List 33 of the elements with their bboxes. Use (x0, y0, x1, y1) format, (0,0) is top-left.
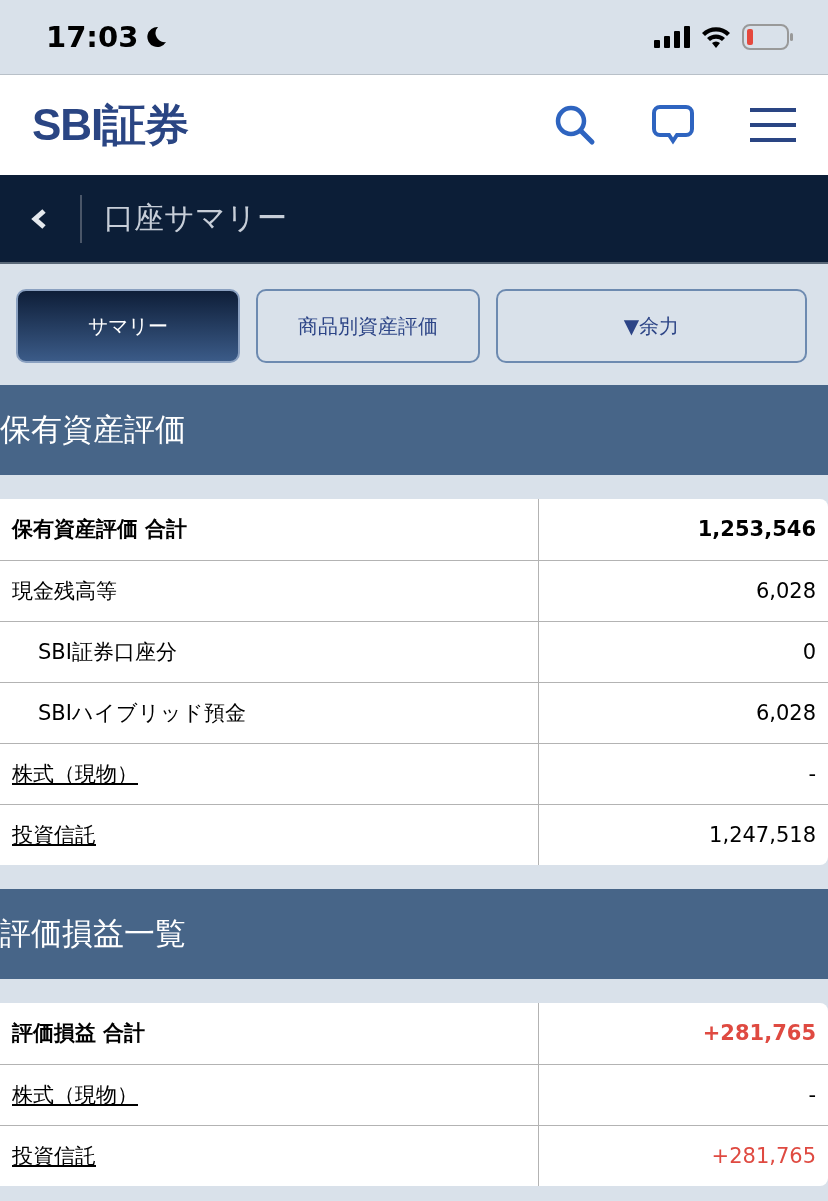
row-label: 保有資産評価 合計 (12, 517, 188, 542)
amount-value: +281,765 (711, 1143, 816, 1168)
menu-icon[interactable] (750, 108, 796, 142)
amount-value: 1,247,518 (709, 822, 816, 847)
tab[interactable]: サマリー (16, 289, 240, 363)
row-link[interactable]: 株式（現物） (12, 761, 138, 786)
tab[interactable]: 商品別資産評価 (256, 289, 480, 363)
amount-value: - (808, 761, 816, 786)
brand-logo[interactable]: SBI証券 (32, 95, 189, 155)
section-title: 保有資産評価 (0, 410, 186, 449)
row-label: SBIハイブリッド預金 (38, 700, 246, 725)
chat-bubble-icon[interactable] (652, 104, 694, 146)
amount-value: +281,765 (702, 1021, 816, 1046)
row-link[interactable]: 投資信託 (12, 1143, 96, 1168)
amount-value: - (808, 1082, 816, 1107)
page-title: 口座サマリー (104, 199, 287, 237)
signal-icon (654, 26, 690, 48)
search-icon[interactable] (554, 104, 596, 146)
tab[interactable]: ▼余力 (496, 289, 807, 363)
wifi-icon (700, 25, 732, 49)
amount-value: 6,028 (755, 700, 816, 725)
row-link[interactable]: 投資信託 (12, 822, 96, 847)
section-title: 評価損益一覧 (0, 914, 186, 953)
row-link[interactable]: 株式（現物） (12, 1082, 138, 1107)
row-label: SBI証券口座分 (38, 639, 177, 664)
amount-value: 0 (802, 639, 816, 664)
row-label: 現金残高等 (12, 578, 117, 603)
moon-icon (144, 25, 169, 49)
row-label: 評価損益 合計 (12, 1021, 146, 1046)
clock-time: 17:03 (46, 20, 139, 54)
battery-icon (742, 24, 794, 50)
amount-value: 1,253,546 (697, 517, 816, 542)
amount-value: 6,028 (755, 578, 816, 603)
